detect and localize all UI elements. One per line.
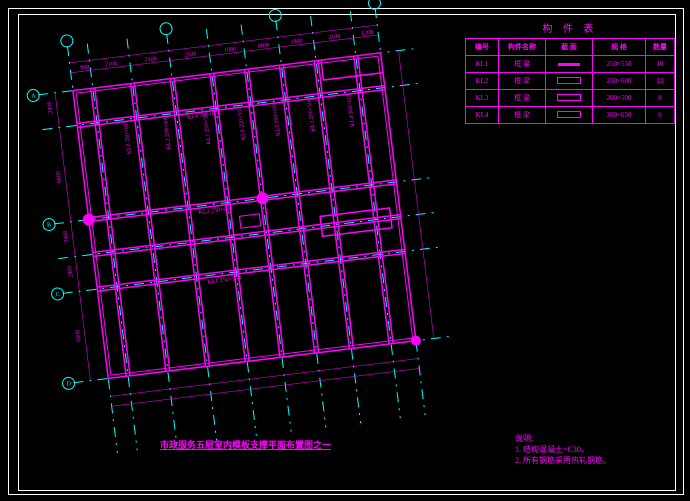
svg-text:2400: 2400 bbox=[67, 265, 74, 278]
note-line-1: 1. 结构混凝土=C30。 bbox=[515, 444, 611, 455]
table-row: KL1 框 梁 250×550 10 bbox=[466, 56, 675, 73]
svg-text:B: B bbox=[47, 222, 52, 228]
notes-header: 说明: bbox=[515, 433, 611, 444]
svg-text:KL3 200×500: KL3 200×500 bbox=[272, 102, 282, 136]
svg-text:KL1 250×550: KL1 250×550 bbox=[237, 106, 247, 140]
table-row: KL3 框 梁 200×500 8 bbox=[466, 90, 675, 107]
svg-text:C: C bbox=[55, 292, 60, 298]
note-line-2: 2. 所有钢筋采用热轧钢筋。 bbox=[515, 455, 611, 466]
svg-text:6300: 6300 bbox=[75, 329, 82, 342]
svg-text:KL2 250×600: KL2 250×600 bbox=[163, 115, 173, 149]
notes-block: 说明: 1. 结构混凝土=C30。 2. 所有钢筋采用热轧钢筋。 bbox=[515, 433, 611, 467]
parts-table: 构 件 表 编号 构件名称 截 面 规 格 数量 KL1 框 梁 250×550… bbox=[465, 20, 675, 124]
parts-table-caption: 构 件 表 bbox=[465, 20, 675, 38]
col-spec: 规 格 bbox=[593, 39, 646, 56]
section-icon bbox=[557, 111, 581, 118]
col-name: 构件名称 bbox=[499, 39, 546, 56]
section-icon bbox=[557, 94, 581, 101]
svg-text:KL4 300×650: KL4 300×650 bbox=[346, 93, 356, 127]
svg-text:900: 900 bbox=[80, 64, 90, 71]
svg-text:2400: 2400 bbox=[63, 230, 70, 243]
svg-text:KL3 200×500: KL3 200×500 bbox=[307, 98, 317, 132]
svg-text:KL2 250×600: KL2 250×600 bbox=[123, 120, 133, 154]
section-icon bbox=[557, 77, 581, 84]
svg-text:2400: 2400 bbox=[47, 101, 54, 114]
svg-text:A: A bbox=[31, 93, 37, 100]
col-section: 截 面 bbox=[546, 39, 593, 56]
svg-text:6600: 6600 bbox=[56, 171, 63, 184]
section-icon bbox=[558, 63, 580, 66]
table-row: KL2 框 梁 250×600 12 bbox=[466, 73, 675, 90]
col-qty: 数量 bbox=[646, 39, 675, 56]
drawing-title: 市政服务五层室内模板支撑平面布置图之一 bbox=[160, 438, 331, 451]
col-id: 编号 bbox=[466, 39, 499, 56]
svg-text:D: D bbox=[66, 381, 72, 388]
table-header-row: 编号 构件名称 截 面 规 格 数量 bbox=[466, 39, 675, 56]
table-row: KL4 框 梁 300×650 6 bbox=[466, 107, 675, 124]
